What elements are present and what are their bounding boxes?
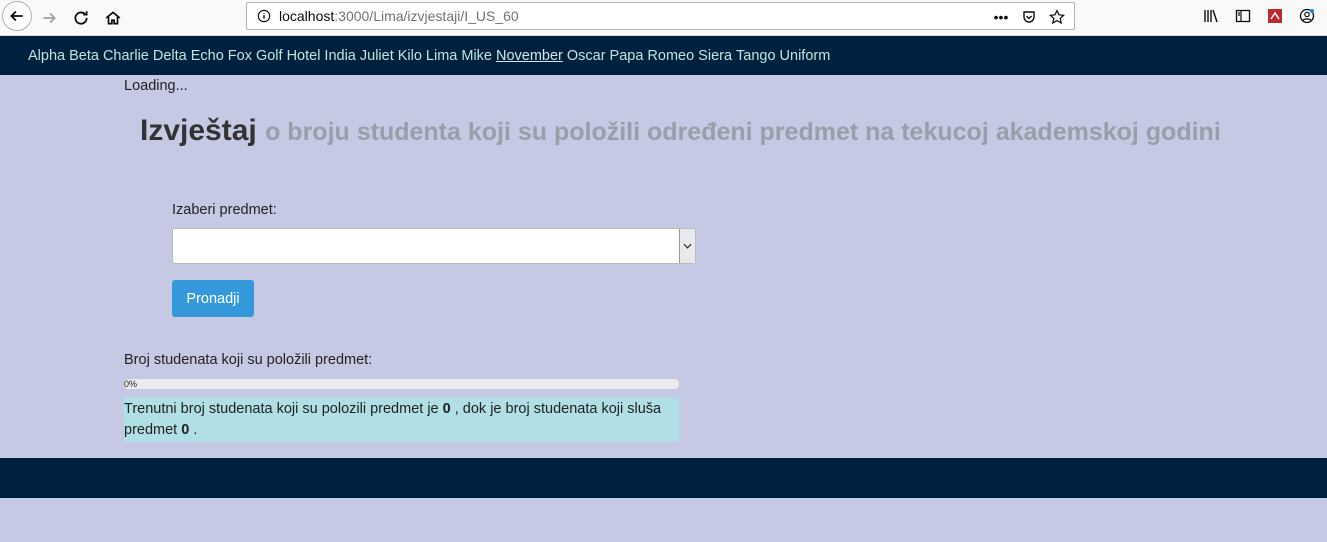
arrow-right-icon [43, 12, 56, 24]
progress-text: 0% [124, 379, 138, 389]
nav-item-fox[interactable]: Fox [228, 48, 252, 64]
nav-item-india[interactable]: India [324, 48, 355, 64]
passed-count: 0 [442, 401, 451, 417]
page-title: Izvještaj o broju studenta koji su polož… [140, 114, 1221, 148]
nav-item-oscar[interactable]: Oscar [567, 48, 606, 64]
nav-item-golf[interactable]: Golf [256, 48, 283, 64]
loading-text: Loading... [124, 78, 188, 94]
info-message: Trenutni broj studenata koji su polozili… [124, 397, 679, 442]
url-path: :3000/Lima/izvjestaji/I_US_60 [334, 8, 519, 24]
nav-item-papa[interactable]: Papa [610, 48, 644, 64]
nav-item-tango[interactable]: Tango [736, 48, 776, 64]
main-navbar: Alpha Beta Charlie Delta Echo Fox Golf Hotel Ind… [0, 36, 1327, 75]
subject-select-label: Izaberi predmet: [172, 202, 277, 218]
back-button[interactable] [2, 1, 32, 31]
nav-item-beta[interactable]: Beta [69, 48, 99, 64]
find-button[interactable]: Pronadji [172, 280, 254, 317]
forward-button[interactable] [34, 3, 64, 33]
bookmark-star-icon[interactable] [1046, 6, 1068, 28]
sidebar-icon[interactable] [1233, 6, 1253, 26]
nav-item-charlie[interactable]: Charlie [103, 48, 149, 64]
nav-item-siera[interactable]: Siera [698, 48, 732, 64]
extension-icon[interactable] [1265, 6, 1285, 26]
nav-item-echo[interactable]: Echo [191, 48, 224, 64]
more-actions-icon[interactable]: ••• [990, 6, 1012, 28]
library-icon[interactable] [1201, 6, 1221, 26]
chevron-down-icon[interactable] [679, 229, 695, 263]
home-icon [105, 11, 121, 25]
subject-select[interactable] [172, 228, 696, 264]
nav-item-november[interactable]: November [496, 48, 563, 64]
nav-item-romeo[interactable]: Romeo [647, 48, 694, 64]
nav-item-kilo[interactable]: Kilo [398, 48, 422, 64]
url-text: localhost:3000/Lima/izvjestaji/I_US_60 [279, 8, 519, 24]
nav-item-hotel[interactable]: Hotel [287, 48, 321, 64]
pass-progress-bar: 0% [124, 379, 679, 389]
info-icon[interactable] [257, 9, 271, 23]
title-subtitle: o broju studenta koji su položili određe… [265, 118, 1221, 146]
nav-item-juliet[interactable]: Juliet [360, 48, 394, 64]
info-text-1: Trenutni broj studenata koji su polozili… [124, 401, 443, 417]
title-main: Izvještaj [140, 114, 257, 147]
account-icon[interactable] [1297, 6, 1317, 26]
reload-icon [74, 11, 88, 25]
passed-count-label: Broj studenata koji su položili predmet: [124, 352, 373, 368]
footer [0, 458, 1327, 498]
url-host: localhost [279, 8, 335, 24]
nav-item-delta[interactable]: Delta [153, 48, 187, 64]
reload-button[interactable] [66, 3, 96, 33]
browser-toolbar: localhost:3000/Lima/izvjestaji/I_US_60 •… [0, 0, 1327, 36]
nav-item-mike[interactable]: Mike [461, 48, 492, 64]
home-button[interactable] [98, 3, 128, 33]
nav-item-lima[interactable]: Lima [426, 48, 457, 64]
info-text-3: . [189, 422, 198, 438]
nav-item-uniform[interactable]: Uniform [780, 48, 831, 64]
pocket-icon[interactable] [1018, 6, 1040, 28]
arrow-left-icon [10, 10, 23, 22]
nav-item-alpha[interactable]: Alpha [28, 48, 65, 64]
url-bar[interactable]: localhost:3000/Lima/izvjestaji/I_US_60 •… [246, 2, 1075, 30]
